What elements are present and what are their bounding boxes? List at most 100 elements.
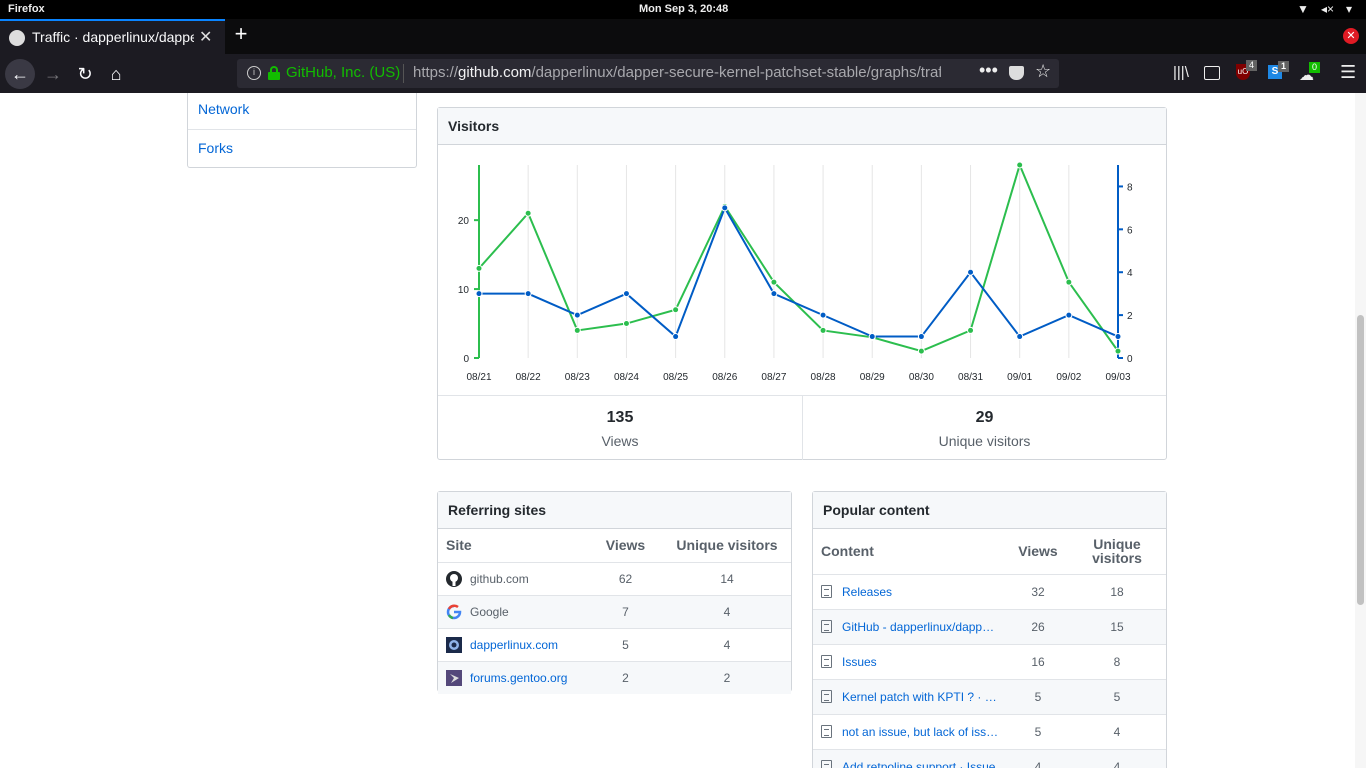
referring-sites-table: Site Views Unique visitors github.com 62 1… bbox=[438, 529, 791, 694]
clock[interactable]: Mon Sep 3, 20:48 bbox=[639, 3, 728, 15]
views-series-point bbox=[1016, 161, 1024, 169]
dapperlinux-icon bbox=[446, 636, 462, 653]
file-icon bbox=[821, 760, 832, 768]
site-views: 2 bbox=[622, 670, 629, 685]
wifi-icon: ▼ bbox=[1297, 2, 1309, 16]
table-row: Issues 16 8 bbox=[813, 644, 1166, 679]
right-tick-label: 2 bbox=[1127, 311, 1133, 322]
site-name[interactable]: forums.gentoo.org bbox=[470, 671, 567, 685]
content-link[interactable]: Kernel patch with KPTI ? · Issue bbox=[842, 690, 1000, 704]
github-favicon-icon bbox=[9, 30, 25, 46]
file-icon bbox=[821, 620, 832, 633]
ublock-origin-icon[interactable]: uO 4 bbox=[1236, 60, 1257, 80]
views-series-point bbox=[770, 278, 778, 286]
forward-button[interactable]: → bbox=[38, 59, 68, 89]
tab-close-icon[interactable]: ✕ bbox=[199, 27, 212, 47]
visitors-panel: Visitors 08/21 08/22 08/23 08/24 08/25 08/26 0… bbox=[437, 107, 1167, 460]
browser-tab[interactable]: Traffic · dapperlinux/dapper-secure-kern… bbox=[0, 19, 225, 54]
content-link[interactable]: GitHub - dapperlinux/dapper-secure-kerne… bbox=[842, 620, 1000, 634]
views-series-point bbox=[967, 326, 975, 334]
stylus-icon[interactable]: S1 bbox=[1268, 61, 1289, 79]
unique-visitors-series-point bbox=[475, 290, 483, 298]
site-name: github.com bbox=[470, 571, 529, 586]
content-cell: GitHub - dapperlinux/dapper-secure-kerne… bbox=[813, 609, 1008, 644]
file-icon bbox=[821, 725, 832, 738]
views-series-point bbox=[573, 326, 581, 334]
popular-content-panel: Popular content Content Views Unique vis… bbox=[812, 491, 1167, 768]
site-views: 62 bbox=[618, 571, 633, 586]
back-button[interactable]: ← bbox=[5, 59, 35, 89]
views-stat: 135 Views bbox=[438, 396, 802, 460]
home-button[interactable]: ⌂ bbox=[101, 59, 131, 89]
content-link[interactable]: Add retpoline support · Issue bbox=[842, 760, 995, 768]
unique-visitors-series-point bbox=[868, 333, 876, 341]
left-tick-label: 20 bbox=[458, 216, 470, 227]
bookmark-star-icon[interactable]: ☆ bbox=[1035, 61, 1051, 82]
site-info-icon[interactable]: i bbox=[247, 66, 261, 80]
sidebar-item-network[interactable]: Network bbox=[188, 93, 416, 129]
table-row: Releases 32 18 bbox=[813, 574, 1166, 609]
sidebar-toggle-icon[interactable] bbox=[1204, 66, 1220, 80]
library-icon[interactable]: |||\ bbox=[1173, 64, 1189, 81]
content-link[interactable]: Issues bbox=[842, 655, 877, 669]
unique-visitors-series-point bbox=[672, 333, 680, 341]
popular-content-table: Content Views Unique visitors Releases 32… bbox=[813, 529, 1166, 768]
x-tick-label: 08/25 bbox=[663, 372, 688, 383]
table-row: dapperlinux.com 5 4 bbox=[438, 628, 791, 661]
unique-visitors-series-point bbox=[721, 204, 729, 212]
popular-content-title: Popular content bbox=[813, 492, 1166, 529]
right-tick-label: 8 bbox=[1127, 182, 1133, 193]
x-tick-label: 08/23 bbox=[565, 372, 590, 383]
visitors-chart: 08/21 08/22 08/23 08/24 08/25 08/26 08/27 08/28… bbox=[458, 161, 1133, 383]
site-unique-visitors: 4 bbox=[723, 637, 731, 652]
views-series-point bbox=[917, 347, 925, 355]
table-row: Kernel patch with KPTI ? · Issue 5 5 bbox=[813, 679, 1166, 714]
pocket-icon[interactable] bbox=[1009, 66, 1024, 80]
x-tick-label: 09/02 bbox=[1056, 372, 1081, 383]
unique-visitors-series-point bbox=[967, 268, 975, 276]
popular-content-rows: Releases 32 18 GitHub - dapperlinux/dapper-… bbox=[813, 574, 1166, 768]
lock-icon[interactable] bbox=[268, 66, 280, 80]
site-unique-visitors: 14 bbox=[720, 571, 734, 586]
left-tick-label: 0 bbox=[463, 354, 469, 365]
right-tick-label: 4 bbox=[1127, 268, 1133, 279]
content-cell: Add retpoline support · Issue bbox=[813, 749, 1008, 768]
site-identity-label[interactable]: GitHub, Inc. (US) bbox=[286, 64, 400, 81]
content-unique-visitors: 15 bbox=[1110, 619, 1124, 634]
active-app-label[interactable]: Firefox bbox=[8, 3, 45, 15]
system-tray[interactable]: ▼ ◂× ▾ bbox=[1297, 2, 1352, 16]
unique-visitors-stat: 29 Unique visitors bbox=[802, 396, 1166, 460]
table-row: github.com 62 14 bbox=[438, 562, 791, 595]
site-name[interactable]: dapperlinux.com bbox=[470, 638, 558, 652]
unique-visitors-series-point bbox=[524, 290, 532, 298]
sidebar-item-forks[interactable]: Forks bbox=[188, 129, 416, 167]
scrollbar-thumb[interactable] bbox=[1357, 315, 1364, 605]
reload-button[interactable]: ↻ bbox=[70, 59, 100, 89]
github-icon bbox=[446, 570, 462, 587]
hamburger-menu-icon[interactable]: ☰ bbox=[1340, 62, 1356, 83]
window-close-button[interactable]: ✕ bbox=[1343, 28, 1359, 44]
page-scrollbar[interactable] bbox=[1355, 93, 1366, 768]
new-tab-button[interactable]: + bbox=[230, 23, 252, 47]
content-link[interactable]: not an issue, but lack of issues bbox=[842, 725, 1000, 739]
repo-graphs-sidebar: Network Forks bbox=[187, 93, 417, 168]
table-row: Add retpoline support · Issue 4 4 bbox=[813, 749, 1166, 768]
site-cell: Google bbox=[438, 595, 588, 628]
unique-visitors-series-point bbox=[622, 290, 630, 298]
right-tick-label: 0 bbox=[1127, 354, 1133, 365]
url-text[interactable]: https://github.com/dapperlinux/dapper-se… bbox=[413, 64, 941, 81]
page-actions-menu-icon[interactable]: ••• bbox=[979, 60, 998, 81]
https-everywhere-icon[interactable]: ☁ 0 bbox=[1299, 62, 1320, 84]
x-tick-label: 08/24 bbox=[614, 372, 639, 383]
content-unique-visitors: 8 bbox=[1113, 654, 1121, 669]
views-series-point bbox=[1065, 278, 1073, 286]
content-link[interactable]: Releases bbox=[842, 585, 892, 599]
visitors-title: Visitors bbox=[438, 108, 1166, 145]
views-series-point bbox=[819, 326, 827, 334]
content-views: 5 bbox=[1034, 724, 1042, 739]
table-row: Google 7 4 bbox=[438, 595, 791, 628]
site-cell: dapperlinux.com bbox=[438, 628, 588, 661]
referring-sites-panel: Referring sites Site Views Unique visito… bbox=[437, 491, 792, 694]
url-bar[interactable]: i GitHub, Inc. (US) https://github.com/d… bbox=[237, 59, 1059, 88]
visitors-stats: 135 Views 29 Unique visitors bbox=[438, 395, 1166, 460]
